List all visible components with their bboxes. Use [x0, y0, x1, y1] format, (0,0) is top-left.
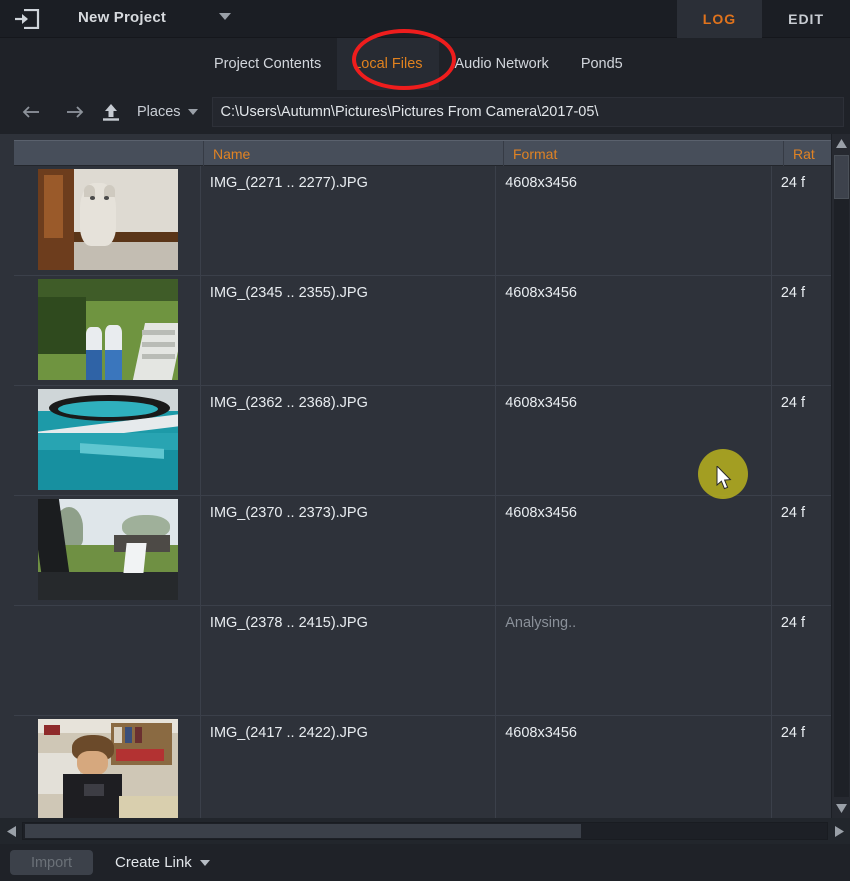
column-header-name[interactable]: Name [204, 141, 504, 166]
places-label: Places [137, 104, 181, 120]
cell-format: 4608x3456 [496, 166, 772, 276]
cell-format: 4608x3456 [496, 496, 772, 606]
cell-format: 4608x3456 [496, 716, 772, 818]
import-button[interactable]: Import [10, 850, 93, 875]
triangle-right-icon[interactable] [828, 818, 850, 844]
tab-pond5[interactable]: Pond5 [565, 38, 639, 90]
cell-thumbnail [14, 166, 201, 276]
arrow-up-folder-icon[interactable] [95, 97, 127, 127]
table-row[interactable]: IMG_(2370 .. 2373).JPG 4608x3456 24 f [14, 496, 831, 606]
vertical-scroll-thumb[interactable] [834, 155, 849, 199]
path-navigation-bar: Places C:\Users\Autumn\Pictures\Pictures… [0, 90, 850, 134]
tab-log[interactable]: LOG [676, 0, 763, 38]
arrow-right-icon[interactable] [59, 97, 89, 127]
source-tab-group: Project Contents Local Files Audio Netwo… [0, 38, 850, 90]
project-chevron-down-icon[interactable] [219, 13, 231, 20]
cell-rate: 24 f [780, 285, 805, 301]
vertical-scroll-track[interactable] [834, 155, 849, 797]
table-row[interactable]: IMG_(2362 .. 2368).JPG 4608x3456 24 f [14, 386, 831, 496]
action-bar: Import Create Link [0, 844, 850, 881]
chevron-down-icon [187, 109, 198, 115]
horizontal-scroll-track[interactable] [22, 822, 828, 840]
cell-rate: 24 f [780, 505, 805, 521]
cell-thumbnail [14, 606, 201, 716]
cell-rate: 24 f [780, 175, 805, 191]
mode-tab-group: LOG EDIT [676, 0, 850, 38]
cell-name: IMG_(2345 .. 2355).JPG [201, 276, 497, 386]
cell-rate: 24 f [780, 615, 805, 631]
create-link-button[interactable]: Create Link [115, 854, 210, 871]
horizontal-scroll-thumb[interactable] [25, 824, 581, 838]
table-row[interactable]: IMG_(2271 .. 2277).JPG 4608x3456 24 f [14, 166, 831, 276]
vertical-scrollbar[interactable] [831, 134, 850, 818]
cell-name: IMG_(2378 .. 2415).JPG [201, 606, 497, 716]
table-header-row: Name Format Rat [14, 140, 850, 166]
triangle-left-icon[interactable] [0, 818, 22, 844]
tab-edit[interactable]: EDIT [762, 0, 850, 38]
title-bar: New Project LOG EDIT [0, 0, 850, 38]
cell-thumbnail [14, 716, 201, 818]
create-link-label: Create Link [115, 854, 192, 871]
thumbnail-image [38, 169, 178, 270]
horizontal-scrollbar[interactable] [0, 818, 850, 844]
file-browser-panel: Name Format Rat IMG_(2271 .. 2277).JPG 46… [0, 134, 850, 818]
thumbnail-image [38, 499, 178, 600]
thumbnail-image [38, 279, 178, 380]
cell-format: 4608x3456 [496, 276, 772, 386]
tab-project-contents[interactable]: Project Contents [198, 38, 337, 90]
places-dropdown[interactable]: Places [137, 104, 198, 120]
tab-local-files[interactable]: Local Files [337, 38, 439, 90]
thumbnail-image [38, 389, 178, 490]
path-input[interactable]: C:\Users\Autumn\Pictures\Pictures From C… [211, 97, 844, 127]
application-window: New Project LOG EDIT Project Contents Lo… [0, 0, 850, 881]
arrow-left-icon[interactable] [17, 97, 47, 127]
tab-audio-network[interactable]: Audio Network [439, 38, 565, 90]
project-title: New Project [78, 9, 167, 26]
cell-name: IMG_(2271 .. 2277).JPG [201, 166, 497, 276]
file-list: IMG_(2271 .. 2277).JPG 4608x3456 24 f IMG_… [14, 166, 831, 818]
cell-thumbnail [14, 276, 201, 386]
cell-name: IMG_(2362 .. 2368).JPG [201, 386, 497, 496]
thumbnail-image [38, 719, 178, 818]
cell-rate: 24 f [780, 725, 805, 741]
column-header-thumbnail[interactable] [14, 141, 204, 166]
cell-thumbnail [14, 386, 201, 496]
cell-format-analysing: Analysing.. [496, 606, 772, 716]
table-row[interactable]: IMG_(2417 .. 2422).JPG 4608x3456 24 f [14, 716, 831, 818]
cell-name: IMG_(2370 .. 2373).JPG [201, 496, 497, 606]
table-row[interactable]: IMG_(2345 .. 2355).JPG 4608x3456 24 f [14, 276, 831, 386]
chevron-down-icon [199, 859, 210, 866]
table-row[interactable]: IMG_(2378 .. 2415).JPG Analysing.. 24 f [14, 606, 831, 716]
exit-icon[interactable] [10, 8, 44, 30]
cell-name: IMG_(2417 .. 2422).JPG [201, 716, 497, 818]
triangle-down-icon[interactable] [832, 799, 850, 818]
cell-format: 4608x3456 [496, 386, 772, 496]
cell-rate: 24 f [780, 395, 805, 411]
cell-thumbnail [14, 496, 201, 606]
column-header-format[interactable]: Format [504, 141, 784, 166]
triangle-up-icon[interactable] [832, 134, 850, 153]
